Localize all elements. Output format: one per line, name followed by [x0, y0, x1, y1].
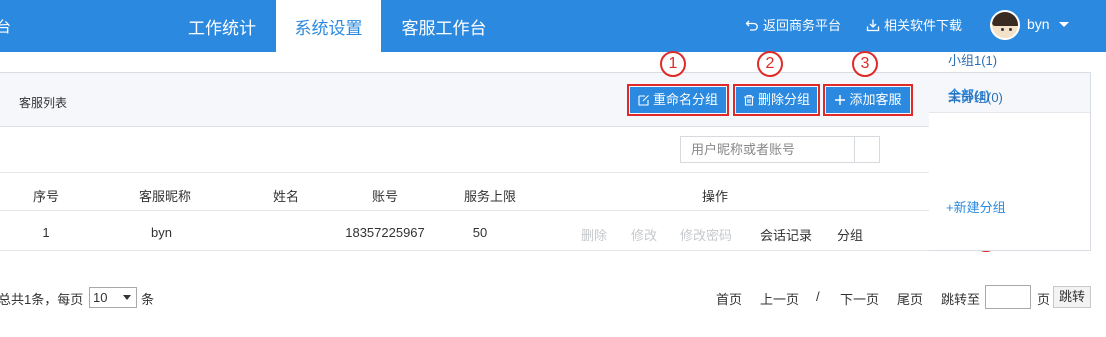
pagination-total: 总共1条，每页 — [0, 292, 84, 307]
chevron-down-icon — [123, 295, 131, 300]
header-nickname: 客服昵称 — [138, 189, 191, 204]
avatar-eye — [1001, 28, 1004, 31]
callout-1: 1 — [660, 51, 686, 77]
user-name[interactable]: byn — [1027, 16, 1050, 32]
table-bottom-divider — [0, 250, 930, 251]
avatar-hair — [992, 12, 1018, 26]
callout-3: 3 — [852, 51, 878, 77]
highlight-box-add — [823, 84, 913, 116]
group-action[interactable]: 分组 — [837, 225, 863, 244]
back-to-business-label: 返回商务平台 — [763, 18, 842, 33]
table-header-divider — [0, 210, 930, 211]
session-records-action[interactable]: 会话记录 — [760, 225, 812, 244]
header-actions: 操作 — [701, 189, 728, 204]
tab-system-settings[interactable]: 系统设置 — [276, 0, 381, 52]
pagination-separator: / — [816, 289, 820, 304]
jump-page-input[interactable] — [985, 285, 1031, 309]
header-account: 账号 — [371, 189, 398, 204]
delete-action: 删除 — [581, 228, 608, 243]
header-service-limit: 服务上限 — [463, 189, 516, 204]
avatar-eye — [1009, 28, 1012, 31]
new-group-link[interactable]: +新建分组 — [946, 197, 1006, 216]
first-page-link[interactable]: 首页 — [716, 289, 742, 308]
tab-service-workbench[interactable]: 客服工作台 — [383, 0, 505, 52]
last-page-link[interactable]: 尾页 — [897, 289, 923, 308]
next-page-link[interactable]: 下一页 — [840, 289, 879, 308]
group-item-ungrouped[interactable]: 未分组(0) — [948, 87, 1003, 106]
cell-account: 18357225967 — [345, 225, 425, 240]
brand-title: 台 — [0, 19, 12, 36]
software-download-link[interactable]: 相关软件下载 — [866, 15, 962, 34]
callout-2: 2 — [757, 51, 783, 77]
change-password-action: 修改密码 — [680, 228, 733, 243]
download-icon — [866, 18, 880, 32]
cell-nickname: byn — [151, 225, 172, 240]
top-navigation-bar: 台 工作统计 系统设置 客服工作台 返回商务平台 相关软件下载 byn — [0, 0, 1106, 52]
tab-work-statistics[interactable]: 工作统计 — [170, 0, 274, 52]
software-download-label: 相关软件下载 — [884, 18, 963, 33]
table-top-divider — [0, 172, 930, 173]
panel-title: 客服列表 — [19, 96, 68, 110]
prev-page-link[interactable]: 上一页 — [760, 289, 799, 308]
search-button[interactable] — [854, 136, 880, 163]
group-item-team1[interactable]: 小组1(1) — [948, 50, 997, 69]
page-size-value: 10 — [93, 290, 108, 305]
search-input[interactable] — [680, 136, 855, 163]
header-index: 序号 — [32, 189, 59, 204]
avatar[interactable] — [990, 10, 1020, 40]
page-unit-label: 页 — [1037, 292, 1051, 307]
highlight-box-rename — [627, 84, 729, 116]
chevron-down-icon[interactable] — [1059, 22, 1069, 27]
back-to-business-link[interactable]: 返回商务平台 — [745, 15, 841, 34]
cell-index: 1 — [42, 225, 50, 240]
edit-action: 修改 — [631, 228, 658, 243]
pagination-unit: 条 — [141, 292, 155, 307]
jump-button[interactable]: 跳转 — [1053, 286, 1091, 308]
header-name: 姓名 — [272, 189, 299, 204]
page-size-select[interactable]: 10 — [89, 287, 137, 308]
jump-to-label: 跳转至 — [941, 292, 981, 307]
highlight-box-delete — [733, 84, 820, 116]
return-icon — [745, 18, 759, 32]
cell-service-limit: 50 — [472, 225, 488, 240]
